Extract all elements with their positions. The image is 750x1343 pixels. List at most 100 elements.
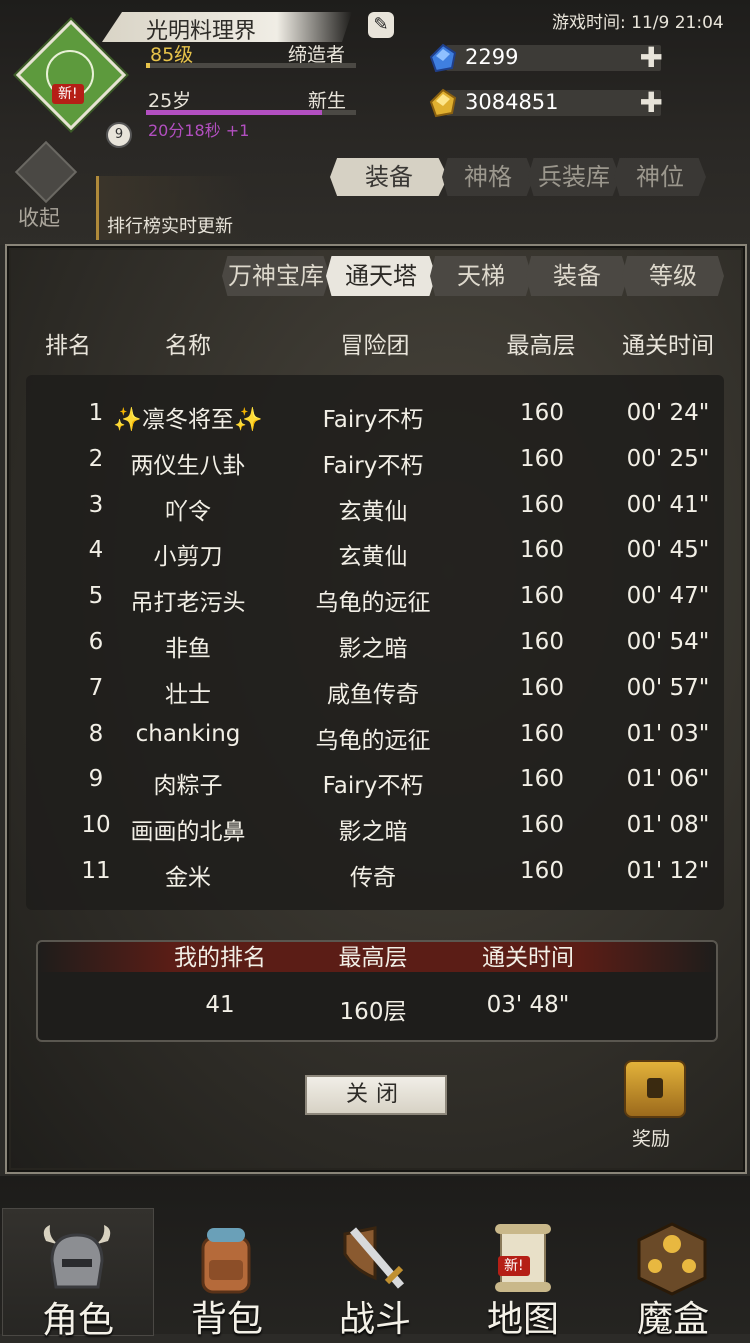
- tab-godhood[interactable]: 神格: [442, 158, 534, 196]
- tab-armory[interactable]: 兵装库: [528, 158, 620, 196]
- name-cell: ✨凛冬将至✨: [113, 407, 263, 433]
- time-cell: 00' 45": [626, 537, 710, 564]
- column-header-top-floor: 最高层: [506, 333, 576, 359]
- table-row[interactable]: 6 非鱼 影之暗 160 00' 54": [26, 629, 724, 675]
- age-fill: [146, 110, 323, 115]
- nav-magic-box[interactable]: 魔盒: [598, 1208, 748, 1340]
- nav-battle-label: 战斗: [338, 1299, 411, 1340]
- table-row[interactable]: 10 画画的北鼻 影之暗 160 01' 08": [26, 812, 724, 858]
- tab-pantheon-treasury[interactable]: 万神宝库: [222, 256, 330, 296]
- nav-backpack[interactable]: 背包: [152, 1208, 302, 1340]
- time-cell: 00' 54": [626, 629, 710, 655]
- name-cell: 肉粽子: [153, 773, 223, 800]
- nav-map-label: 地图: [486, 1299, 559, 1340]
- guild-cell: Fairy不朽: [322, 407, 424, 433]
- map-new-badge: 新!: [498, 1256, 530, 1276]
- time-cell: 00' 24": [626, 400, 710, 426]
- tab-sky-tower[interactable]: 通天塔: [326, 256, 436, 296]
- nav-map[interactable]: 新! 地图: [448, 1208, 598, 1340]
- collapse-diamond-icon: [14, 140, 78, 204]
- name-cell: 画画的北鼻: [130, 819, 246, 846]
- table-row[interactable]: 9 肉粽子 Fairy不朽 160 01' 06": [26, 766, 724, 812]
- table-row[interactable]: 5 吊打老污头 乌龟的远征 160 00' 47": [26, 583, 724, 629]
- table-row[interactable]: 11 金米 传奇 160 01' 12": [26, 858, 724, 904]
- my-time-header: 通关时间: [482, 945, 574, 971]
- floor-cell: 160: [520, 674, 564, 701]
- guild-cell: 影之暗: [338, 636, 408, 662]
- edit-icon[interactable]: ✎: [368, 12, 394, 38]
- tab-level-rank[interactable]: 等级: [622, 256, 724, 296]
- column-header-name: 名称: [165, 333, 211, 359]
- chest-lock-icon: [647, 1078, 663, 1098]
- floor-cell: 160: [520, 491, 564, 518]
- name-cell: 吊打老污头: [130, 590, 246, 617]
- tab-equipment[interactable]: 装备: [330, 158, 448, 196]
- guild-cell: 咸鱼传奇: [327, 681, 419, 708]
- reward-button[interactable]: 奖励: [616, 1054, 690, 1150]
- name-cell: 吖令: [165, 498, 211, 525]
- player-age: 25岁: [148, 90, 192, 112]
- time-cell: 01' 12": [626, 858, 710, 884]
- floor-cell: 160: [520, 720, 564, 747]
- floor-cell: 160: [520, 400, 564, 426]
- my-rank-header: 我的排名: [174, 945, 266, 971]
- time-cell: 00' 41": [626, 491, 710, 518]
- collapse-label: 收起: [18, 206, 60, 230]
- floor-cell: 160: [520, 445, 564, 472]
- nav-character[interactable]: 角色: [2, 1208, 154, 1341]
- name-cell: 金米: [165, 865, 211, 891]
- name-cell: chanking: [135, 720, 241, 747]
- table-row[interactable]: 4 小剪刀 玄黄仙 160 00' 45": [26, 537, 724, 583]
- my-floor-value: 160层: [339, 999, 407, 1025]
- age-timer: 20分18秒 +1: [148, 121, 250, 140]
- age-bar: [146, 110, 356, 115]
- add-gold-icon[interactable]: ✚: [640, 89, 663, 117]
- time-cell: 00' 57": [626, 674, 710, 701]
- close-button[interactable]: 关闭: [305, 1075, 447, 1115]
- tab-ladder[interactable]: 天梯: [430, 256, 532, 296]
- time-cell: 00' 25": [626, 445, 710, 472]
- name-cell: 非鱼: [165, 636, 211, 662]
- floor-cell: 160: [520, 537, 564, 564]
- treasure-chest-icon: [624, 1060, 686, 1118]
- reward-label: 奖励: [632, 1128, 671, 1150]
- tab-divine-rank[interactable]: 神位: [614, 158, 706, 196]
- nav-battle[interactable]: 战斗: [300, 1208, 450, 1340]
- nav-backpack-label: 背包: [190, 1299, 263, 1340]
- my-time-value: 03' 48": [486, 992, 570, 1018]
- guild-cell: Fairy不朽: [322, 452, 424, 479]
- name-cell: 两仪生八卦: [130, 452, 246, 479]
- blue-gem-icon: [429, 43, 457, 73]
- nav-character-label: 角色: [41, 1300, 114, 1341]
- gold-value: 3084851: [465, 90, 559, 114]
- life-stage: 新生: [308, 90, 347, 112]
- backpack-icon: [201, 1228, 251, 1294]
- helmet-icon: [43, 1225, 111, 1289]
- table-row[interactable]: 2 两仪生八卦 Fairy不朽 160 00' 25": [26, 446, 724, 492]
- new-badge: 新!: [52, 84, 84, 104]
- sword-shield-icon: [343, 1226, 405, 1289]
- table-row[interactable]: 7 壮士 咸鱼传奇 160 00' 57": [26, 675, 724, 721]
- magic-box-icon: [637, 1222, 707, 1296]
- column-header-clear-time: 通关时间: [622, 333, 714, 359]
- gold-counter: 3084851 ✚: [428, 88, 663, 118]
- time-cell: 00' 47": [626, 583, 710, 610]
- floor-cell: 160: [520, 812, 564, 839]
- gems-value: 2299: [465, 45, 519, 69]
- table-row[interactable]: 1 ✨凛冬将至✨ Fairy不朽 160 00' 24": [26, 400, 724, 446]
- floor-cell: 160: [520, 858, 564, 884]
- table-row[interactable]: 8 chanking 乌龟的远征 160 01' 03": [26, 721, 724, 767]
- table-row[interactable]: 3 吖令 玄黄仙 160 00' 41": [26, 492, 724, 538]
- nav-magic-box-label: 魔盒: [636, 1299, 709, 1340]
- collapse-button[interactable]: 收起: [10, 140, 82, 230]
- guild-cell: Fairy不朽: [322, 773, 424, 800]
- gold-gem-icon: [429, 88, 457, 118]
- guild-cell: 乌龟的远征: [315, 590, 431, 617]
- add-gems-icon[interactable]: ✚: [640, 44, 663, 72]
- player-avatar[interactable]: 新! 9: [15, 19, 132, 148]
- game-time: 游戏时间: 11/9 21:04: [552, 13, 724, 33]
- time-cell: 01' 08": [626, 812, 710, 839]
- ranking-tab-bar: 万神宝库 通天塔 天梯 装备 等级: [222, 256, 732, 298]
- name-cell: 小剪刀: [153, 544, 223, 571]
- tab-equipment-rank[interactable]: 装备: [526, 256, 628, 296]
